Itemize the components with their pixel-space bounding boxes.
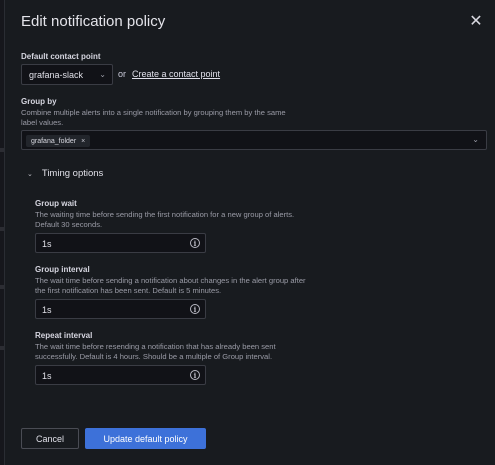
update-default-policy-button[interactable]: Update default policy	[85, 428, 206, 449]
group-by-description-line2: label values.	[21, 118, 64, 127]
group-wait-label: Group wait	[35, 199, 77, 208]
tag-label: grafana_folder	[31, 138, 77, 145]
group-by-multiselect[interactable]: grafana_folder × ⌄	[21, 130, 487, 150]
repeat-interval-description-line1: The wait time before resending a notific…	[35, 342, 276, 351]
repeat-interval-label: Repeat interval	[35, 331, 93, 340]
contact-point-select[interactable]: grafana-slack ⌄	[21, 64, 113, 85]
repeat-interval-value: 1s	[42, 371, 52, 381]
group-wait-description-line2: Default 30 seconds.	[35, 220, 103, 229]
chevron-down-icon: ⌄	[27, 170, 33, 178]
info-circle-icon[interactable]: i	[190, 304, 200, 314]
chevron-down-icon[interactable]: ⌄	[472, 135, 479, 144]
group-interval-value: 1s	[42, 305, 52, 315]
info-circle-icon[interactable]: i	[190, 370, 200, 380]
timing-options-toggle[interactable]: ⌄ Timing options	[27, 168, 103, 179]
group-interval-label: Group interval	[35, 265, 90, 274]
group-wait-value: 1s	[42, 239, 52, 249]
group-by-description-line1: Combine multiple alerts into a single no…	[21, 108, 286, 117]
group-by-tag: grafana_folder ×	[26, 135, 91, 147]
cancel-button[interactable]: Cancel	[21, 428, 79, 449]
create-contact-point-link[interactable]: Create a contact point	[132, 69, 220, 79]
contact-point-value: grafana-slack	[29, 70, 84, 80]
chevron-down-icon: ⌄	[99, 70, 106, 79]
group-interval-input[interactable]: 1s i	[35, 299, 206, 319]
tag-remove-icon[interactable]: ×	[81, 138, 85, 145]
info-circle-icon[interactable]: i	[190, 238, 200, 248]
group-by-label: Group by	[21, 97, 57, 106]
edit-policy-modal: Edit notification policy ✕ Default conta…	[4, 0, 495, 465]
repeat-interval-description-line2: successfully. Default is 4 hours. Should…	[35, 352, 273, 361]
close-icon[interactable]: ✕	[466, 11, 486, 31]
modal-title: Edit notification policy	[21, 13, 166, 30]
group-interval-description-line1: The wait time before sending a notificat…	[35, 276, 306, 285]
group-wait-description-line1: The waiting time before sending the firs…	[35, 210, 295, 219]
group-wait-input[interactable]: 1s i	[35, 233, 206, 253]
timing-options-label: Timing options	[41, 168, 104, 179]
contact-point-label: Default contact point	[21, 52, 101, 61]
group-interval-description-line2: the first notification has been sent. De…	[35, 286, 222, 295]
or-text: or	[118, 69, 127, 79]
repeat-interval-input[interactable]: 1s i	[35, 365, 206, 385]
